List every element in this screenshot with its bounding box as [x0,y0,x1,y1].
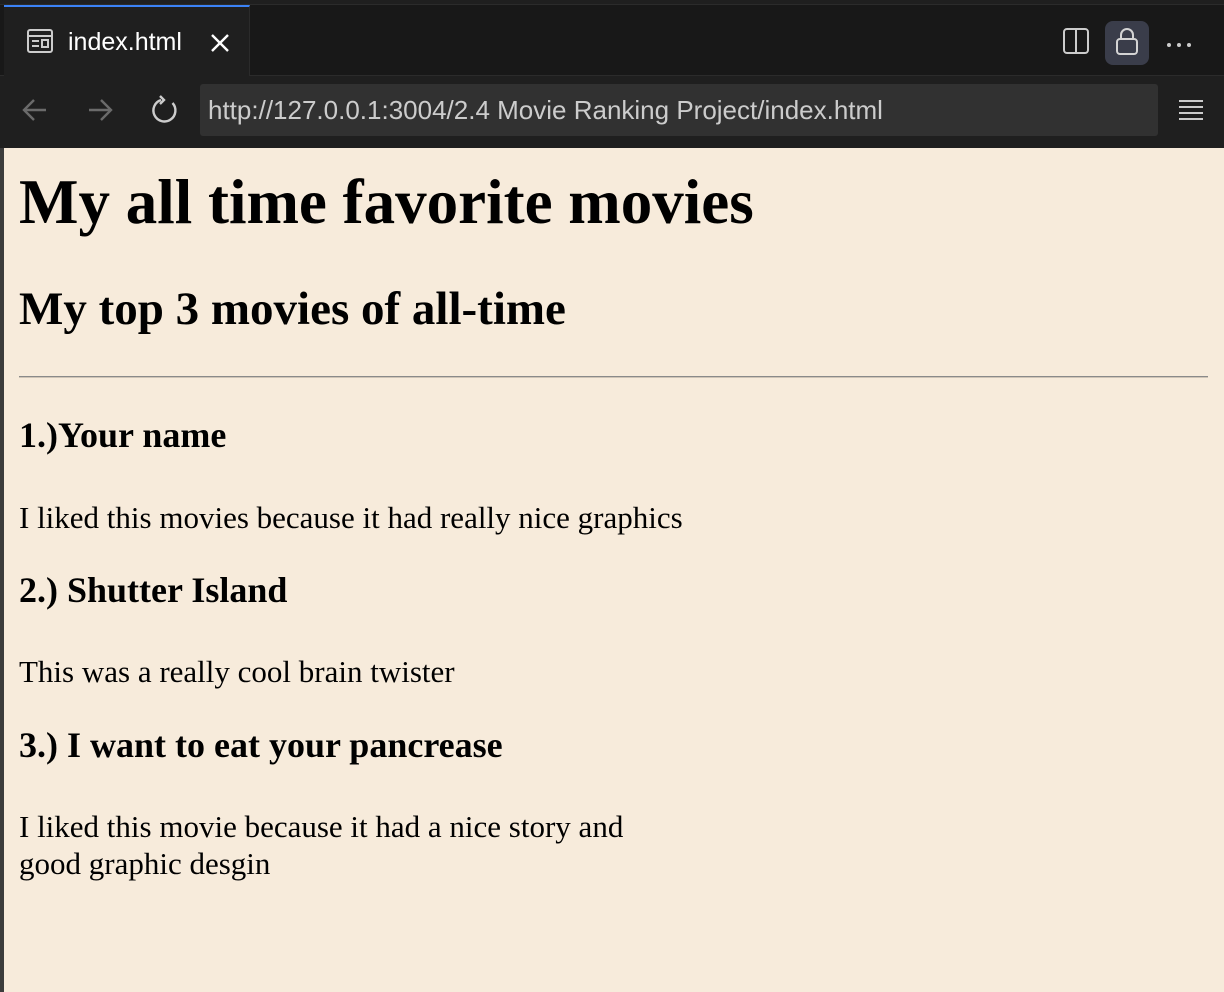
page-viewport: My all time favorite movies My top 3 mov… [4,148,1224,992]
menu-icon [1178,98,1204,126]
movie-description-3-line-1: I liked this movie because it had a nice… [19,809,624,844]
tab-index-html[interactable]: index.html [4,5,250,77]
tab-title: index.html [68,28,182,56]
back-button[interactable] [13,90,57,134]
lock-icon [1113,26,1141,60]
split-editor-button[interactable] [1054,21,1098,65]
simple-browser-window: index.html http://127.0.0.1:3004/2.4 Mov… [0,0,1224,992]
movie-heading-2: 2.) Shutter Island [19,570,288,610]
page-title: My all time favorite movies [19,167,754,237]
preview-icon [26,27,54,55]
navigation-bar: http://127.0.0.1:3004/2.4 Movie Ranking … [0,76,1224,148]
forward-button[interactable] [78,90,122,134]
movie-heading-1: 1.)Your name [19,415,227,455]
more-actions-icon [1165,34,1193,53]
more-actions-button[interactable] [1157,21,1201,65]
reload-icon [150,95,180,129]
movie-description-3-line-2: good graphic desgin [19,846,271,881]
arrow-left-icon [21,96,49,128]
arrow-right-icon [86,96,114,128]
menu-button[interactable] [1169,90,1213,134]
movie-description-2: This was a really cool brain twister [19,654,455,689]
horizontal-rule [19,376,1208,378]
url-input[interactable]: http://127.0.0.1:3004/2.4 Movie Ranking … [200,84,1158,136]
split-editor-icon [1062,27,1090,59]
movie-description-1: I liked this movies because it had reall… [19,500,683,535]
lock-editor-button[interactable] [1105,21,1149,65]
tab-bar: index.html [0,4,1224,77]
page-subtitle: My top 3 movies of all-time [19,283,566,335]
movie-heading-3: 3.) I want to eat your pancrease [19,725,503,765]
reload-button[interactable] [143,90,187,134]
close-icon[interactable] [208,31,232,55]
